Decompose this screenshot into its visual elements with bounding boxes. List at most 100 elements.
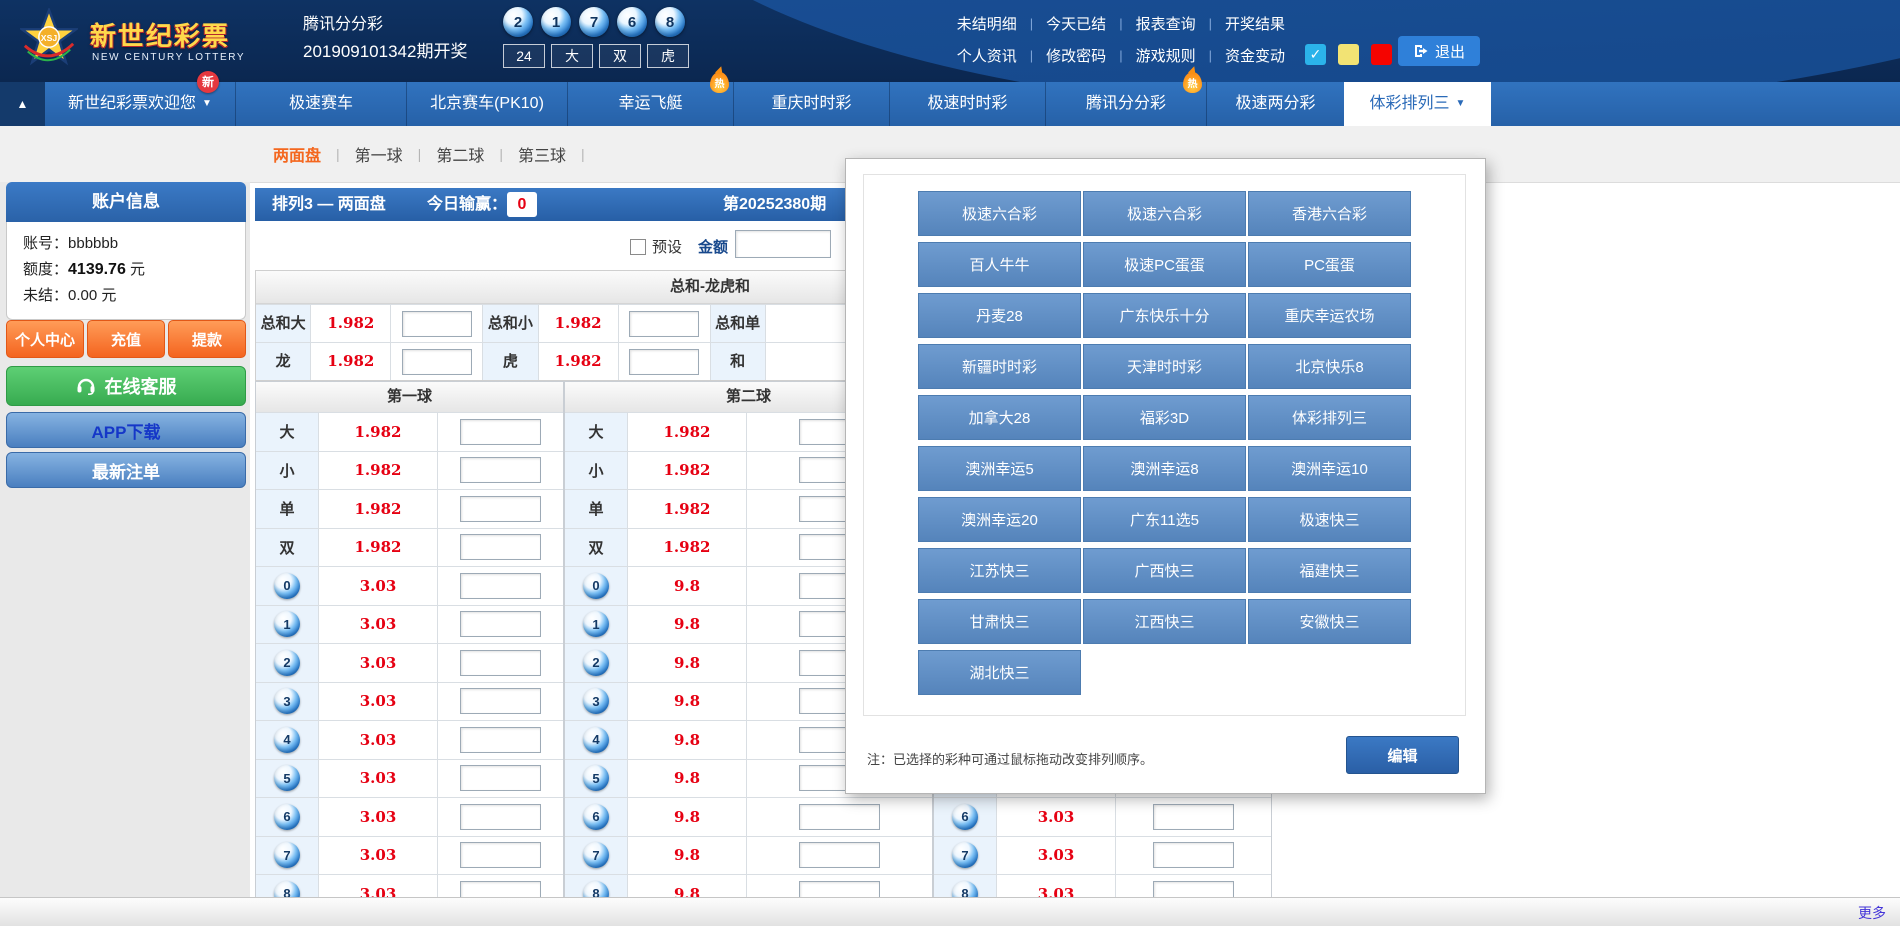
game-select-button[interactable]: 加拿大28: [918, 395, 1081, 440]
game-select-button[interactable]: 福彩3D: [1083, 395, 1246, 440]
game-select-button[interactable]: PC蛋蛋: [1248, 242, 1411, 287]
more-link[interactable]: 更多: [1858, 903, 1886, 923]
bet-amount-input[interactable]: [460, 804, 541, 830]
nav-tab[interactable]: 新世纪彩票欢迎您▼新: [45, 82, 235, 126]
bet-amount-input[interactable]: [460, 765, 541, 791]
subnav-tab[interactable]: 第二球: [436, 142, 484, 166]
game-select-button[interactable]: 澳洲幸运8: [1083, 446, 1246, 491]
nav-tab[interactable]: 体彩排列三▼: [1344, 82, 1491, 126]
nav-tab[interactable]: 极速赛车: [235, 82, 406, 126]
game-select-button[interactable]: 江苏快三: [918, 548, 1081, 593]
game-select-button[interactable]: 新疆时时彩: [918, 344, 1081, 389]
sidebar-quick-button[interactable]: 提款: [168, 320, 246, 358]
edit-button[interactable]: 编辑: [1346, 736, 1459, 774]
game-select-button[interactable]: 湖北快三: [918, 650, 1081, 695]
nav-tab[interactable]: 极速两分彩: [1206, 82, 1344, 126]
preset-checkbox[interactable]: [630, 239, 646, 255]
subnav-tab[interactable]: 第三球: [518, 142, 566, 166]
game-select-button[interactable]: 澳洲幸运5: [918, 446, 1081, 491]
bet-amount-input[interactable]: [460, 496, 541, 522]
bet-amount-input[interactable]: [460, 457, 541, 483]
game-select-button[interactable]: 天津时时彩: [1083, 344, 1246, 389]
bet-amount-input[interactable]: [402, 311, 472, 337]
bet-amount-input[interactable]: [460, 573, 541, 599]
brand-logo[interactable]: XSJ 新世纪彩票 NEW CENTURY LOTTERY: [20, 8, 300, 74]
header-link[interactable]: 报表查询: [1136, 13, 1196, 34]
bet-type-cell: 3: [256, 683, 319, 721]
sidebar-quick-button[interactable]: 充值: [87, 320, 165, 358]
bet-amount-input[interactable]: [629, 349, 699, 375]
yellow-flag-icon[interactable]: [1338, 44, 1359, 65]
bet-amount-input[interactable]: [629, 311, 699, 337]
bet-amount-input[interactable]: [799, 842, 880, 868]
bet-amount-input[interactable]: [460, 650, 541, 676]
game-select-button[interactable]: 福建快三: [1248, 548, 1411, 593]
ball-group: 第一球大1.982小1.982单1.982双1.98203.0313.0323.…: [255, 381, 564, 914]
checked-flag-icon[interactable]: ✓: [1305, 44, 1326, 65]
game-select-button[interactable]: 广东快乐十分: [1083, 293, 1246, 338]
number-ball-icon: 3: [274, 688, 300, 714]
odds-value: 1.982: [319, 529, 438, 567]
online-service-button[interactable]: 在线客服: [6, 366, 246, 406]
chevron-down-icon: ▼: [202, 98, 212, 109]
nav-tab[interactable]: 腾讯分分彩热: [1045, 82, 1206, 126]
nav-tab[interactable]: 重庆时时彩: [733, 82, 889, 126]
game-select-button[interactable]: 安徽快三: [1248, 599, 1411, 644]
header-link[interactable]: 个人资讯: [957, 45, 1017, 66]
latest-orders-button[interactable]: 最新注单: [6, 452, 246, 488]
bet-amount-input[interactable]: [460, 534, 541, 560]
subnav-tab[interactable]: 两面盘: [273, 142, 321, 166]
game-select-button[interactable]: 香港六合彩: [1248, 191, 1411, 236]
bet-amount-input[interactable]: [1153, 842, 1234, 868]
bet-amount-input[interactable]: [1153, 804, 1234, 830]
game-select-button[interactable]: 澳洲幸运20: [918, 497, 1081, 542]
bet-type-cell: 小: [256, 452, 319, 490]
game-select-button[interactable]: 百人牛牛: [918, 242, 1081, 287]
bet-amount-input[interactable]: [460, 611, 541, 637]
online-service-label: 在线客服: [105, 373, 177, 399]
game-select-button[interactable]: 极速六合彩: [1083, 191, 1246, 236]
header-link[interactable]: 未结明细: [957, 13, 1017, 34]
bet-amount-input[interactable]: [460, 727, 541, 753]
game-select-button[interactable]: 重庆幸运农场: [1248, 293, 1411, 338]
header-link[interactable]: 资金变动: [1225, 45, 1285, 66]
bet-amount-input[interactable]: [460, 842, 541, 868]
sidebar-quick-button[interactable]: 个人中心: [6, 320, 84, 358]
logout-button[interactable]: 退出: [1398, 36, 1480, 66]
bet-amount-input[interactable]: [799, 804, 880, 830]
bet-type-cell: 7: [565, 837, 628, 875]
header-link[interactable]: 游戏规则: [1136, 45, 1196, 66]
account-panel-body: 账号：bbbbbb额度：4139.76 元未结：0.00 元: [6, 222, 246, 320]
game-select-button[interactable]: 澳洲幸运10: [1248, 446, 1411, 491]
bet-amount-input[interactable]: [402, 349, 472, 375]
header-link[interactable]: 开奖结果: [1225, 13, 1285, 34]
game-select-button[interactable]: 极速六合彩: [918, 191, 1081, 236]
odds-value: 9.8: [628, 721, 747, 759]
nav-tab[interactable]: 北京赛车(PK10): [406, 82, 567, 126]
red-flag-icon[interactable]: [1371, 44, 1392, 65]
game-select-button[interactable]: 江西快三: [1083, 599, 1246, 644]
bet-type-label: 双: [279, 537, 294, 558]
app-download-button[interactable]: APP下载: [6, 412, 246, 448]
nav-collapse-button[interactable]: ▲: [0, 82, 45, 126]
game-select-button[interactable]: 体彩排列三: [1248, 395, 1411, 440]
game-select-button[interactable]: 北京快乐8: [1248, 344, 1411, 389]
game-select-button[interactable]: 广东11选5: [1083, 497, 1246, 542]
nav-tab[interactable]: 幸运飞艇热: [567, 82, 733, 126]
game-select-button[interactable]: 极速快三: [1248, 497, 1411, 542]
bet-amount-input[interactable]: [460, 419, 541, 445]
bet-amount-input[interactable]: [460, 688, 541, 714]
header-link[interactable]: 修改密码: [1046, 45, 1106, 66]
game-select-button[interactable]: 广西快三: [1083, 548, 1246, 593]
group-header: 第一球: [256, 382, 563, 412]
odds-value: 9.8: [628, 683, 747, 721]
preset-amount-input[interactable]: [735, 230, 831, 258]
odds-value: 3.03: [997, 837, 1116, 875]
nav-tab[interactable]: 极速时时彩: [889, 82, 1045, 126]
game-select-button[interactable]: 极速PC蛋蛋: [1083, 242, 1246, 287]
game-select-button[interactable]: 甘肃快三: [918, 599, 1081, 644]
game-select-button[interactable]: 丹麦28: [918, 293, 1081, 338]
subnav-tab[interactable]: 第一球: [355, 142, 403, 166]
header-link[interactable]: 今天已结: [1046, 13, 1106, 34]
bet-type-cell: 小: [565, 452, 628, 490]
